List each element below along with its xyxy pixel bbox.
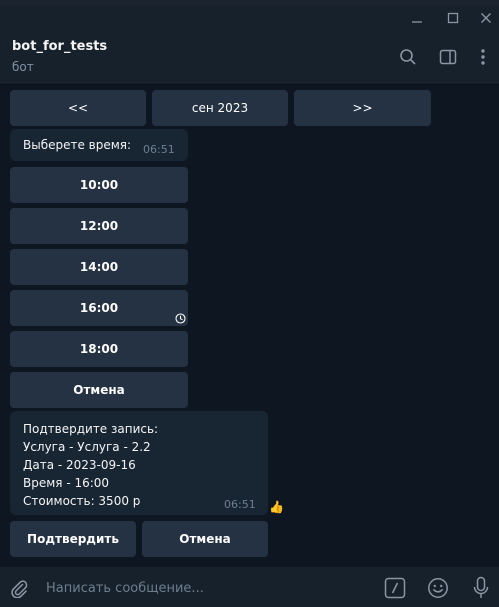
clock-icon	[175, 313, 186, 324]
cancel-booking-button[interactable]: Отмена	[142, 521, 268, 557]
search-icon	[400, 49, 416, 65]
close-button[interactable]	[466, 6, 499, 30]
minimize-icon	[412, 21, 422, 23]
confirmation-line: Подтвердите запись:	[23, 422, 159, 436]
microphone-icon	[473, 576, 489, 598]
time-slot-button[interactable]: 14:00	[10, 249, 188, 285]
time-prompt-message: Выберете время: 06:51	[10, 129, 188, 161]
emoji-button[interactable]	[425, 575, 451, 601]
cancel-time-button[interactable]: Отмена	[10, 372, 188, 408]
message-input[interactable]	[44, 577, 368, 599]
prev-month-button[interactable]: <<	[10, 90, 146, 126]
message-time: 06:51	[224, 498, 256, 511]
chat-header: bot_for_tests бот	[0, 30, 499, 85]
sidebar-toggle-button[interactable]	[435, 44, 461, 70]
voice-button[interactable]	[468, 575, 494, 601]
chat-title[interactable]: bot_for_tests	[12, 39, 107, 54]
confirmation-line: Время - 16:00	[23, 476, 110, 490]
sidebar-toggle-icon	[439, 49, 457, 65]
time-slot-button[interactable]: 10:00	[10, 167, 188, 203]
emoji-icon	[428, 578, 448, 598]
time-slot-button[interactable]: 16:00	[10, 290, 188, 326]
more-button[interactable]	[470, 44, 496, 70]
message-list[interactable]: << сен 2023 >> Выберете время: 06:51 10:…	[0, 85, 499, 567]
commands-icon	[384, 577, 406, 599]
confirmation-line: Услуга - Услуга - 2.2	[23, 440, 151, 454]
attach-icon	[11, 580, 28, 598]
confirmation-text: Подтвердите запись: Услуга - Услуга - 2.…	[23, 420, 158, 510]
message-time: 06:51	[143, 143, 175, 156]
thumbs-up-reaction[interactable]: 👍	[269, 500, 284, 514]
maximize-icon	[447, 12, 459, 24]
month-label-button[interactable]: сен 2023	[152, 90, 288, 126]
message-text: Выберете время:	[23, 138, 132, 152]
message-composer	[0, 567, 499, 607]
confirmation-line: Стоимость: 3500 р	[23, 494, 141, 508]
time-slot-button[interactable]: 18:00	[10, 331, 188, 367]
more-vertical-icon	[481, 49, 485, 65]
chat-status: бот	[12, 60, 34, 74]
minimize-button[interactable]	[397, 6, 437, 30]
time-slot-button[interactable]: 12:00	[10, 208, 188, 244]
search-button[interactable]	[395, 44, 421, 70]
next-month-button[interactable]: >>	[294, 90, 431, 126]
commands-button[interactable]	[382, 575, 408, 601]
window-titlebar	[0, 6, 499, 30]
confirmation-message: Подтвердите запись: Услуга - Услуга - 2.…	[10, 411, 268, 515]
confirm-button[interactable]: Подтвердить	[10, 521, 136, 557]
confirmation-line: Дата - 2023-09-16	[23, 458, 136, 472]
attach-button[interactable]	[6, 575, 32, 601]
close-icon	[481, 13, 491, 23]
